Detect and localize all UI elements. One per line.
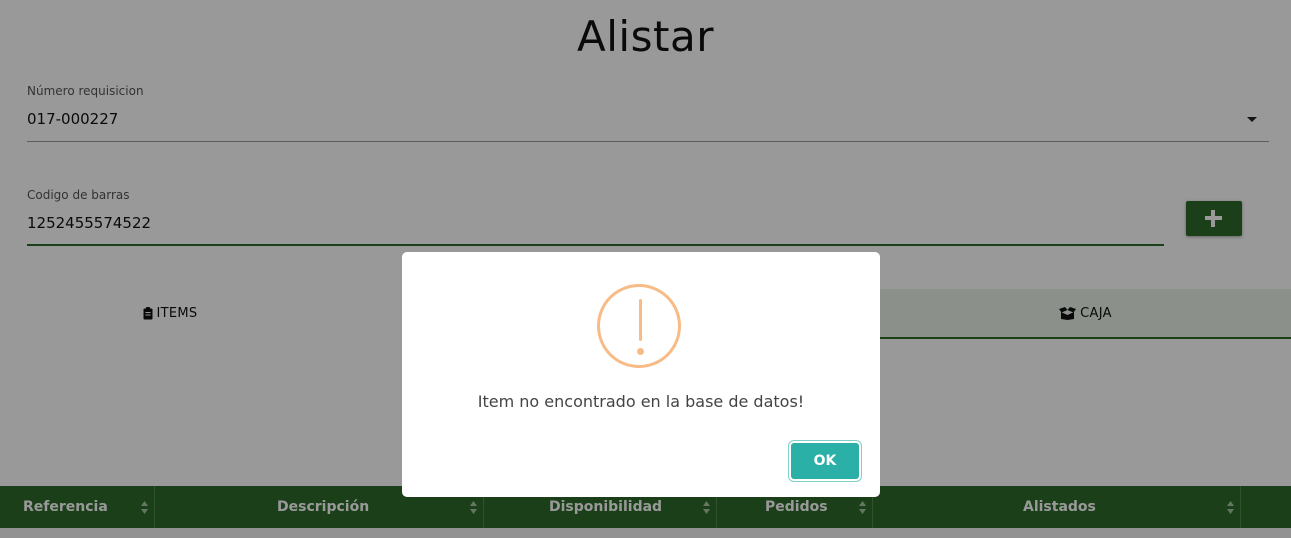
warning-icon [597, 284, 681, 368]
alert-dialog: Item no encontrado en la base de datos! … [402, 252, 880, 497]
ok-button[interactable]: OK [791, 443, 859, 479]
alert-message: Item no encontrado en la base de datos! [477, 392, 805, 411]
